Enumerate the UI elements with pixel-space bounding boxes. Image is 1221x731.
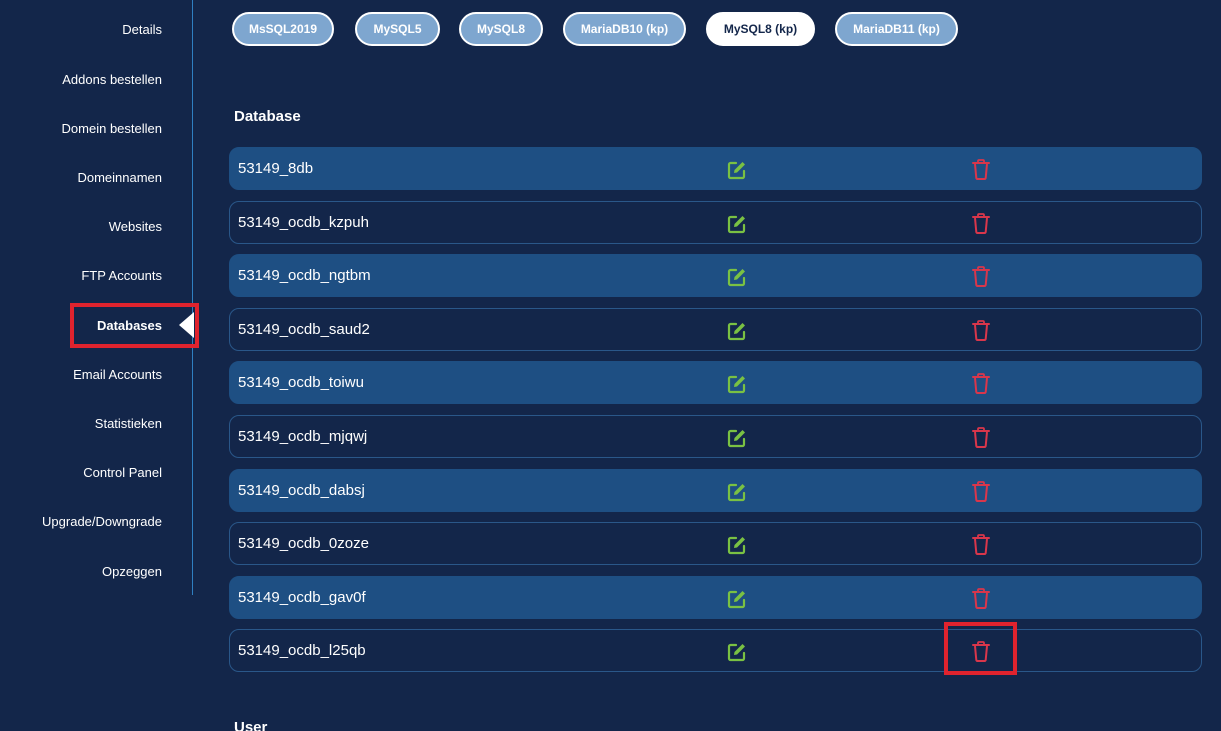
tab-mariadb10-kp[interactable]: MariaDB10 (kp) — [563, 12, 686, 46]
edit-icon[interactable] — [727, 642, 747, 662]
trash-icon[interactable] — [971, 212, 991, 235]
table-row: 53149_ocdb_mjqwj — [229, 415, 1202, 458]
sidebar-item-domein-bestellen[interactable]: Domein bestellen — [62, 121, 162, 136]
database-name: 53149_ocdb_toiwu — [238, 374, 364, 392]
database-name: 53149_ocdb_mjqwj — [238, 428, 368, 445]
trash-icon[interactable] — [971, 158, 991, 181]
database-name: 53149_ocdb_saud2 — [238, 320, 370, 338]
sidebar: Details Addons bestellen Domein bestellen D… — [0, 0, 193, 595]
active-item-arrow-icon — [179, 312, 194, 338]
sidebar-item-addons-bestellen[interactable]: Addons bestellen — [62, 72, 162, 87]
sidebar-item-control-panel[interactable]: Control Panel — [83, 465, 162, 480]
table-row: 53149_ocdb_dabsj — [229, 468, 1202, 512]
delete-highlight — [944, 622, 1017, 675]
table-row: 53149_ocdb_toiwu — [229, 361, 1202, 405]
edit-icon[interactable] — [727, 321, 747, 341]
sidebar-item-statistieken[interactable]: Statistieken — [95, 416, 162, 431]
trash-icon[interactable] — [971, 319, 991, 342]
trash-icon[interactable] — [971, 426, 991, 449]
tab-mysql8[interactable]: MySQL8 — [459, 12, 543, 46]
database-section-title: Database — [234, 108, 301, 125]
trash-icon[interactable] — [971, 587, 991, 610]
user-section-title: User — [234, 719, 268, 731]
table-row: 53149_ocdb_l25qb — [229, 629, 1202, 673]
tab-mysql5[interactable]: MySQL5 — [355, 12, 440, 46]
app: Details Addons bestellen Domein bestellen D… — [0, 0, 1221, 731]
trash-icon[interactable] — [971, 265, 991, 288]
sidebar-item-upgrade-downgrade[interactable]: Upgrade/Downgrade — [42, 514, 162, 529]
tab-mariadb11-kp[interactable]: MariaDB11 (kp) — [835, 12, 958, 46]
database-name: 53149_ocdb_dabsj — [238, 481, 365, 499]
edit-icon[interactable] — [727, 428, 747, 448]
edit-icon[interactable] — [727, 267, 747, 287]
edit-icon[interactable] — [727, 214, 747, 234]
table-row: 53149_ocdb_gav0f — [229, 575, 1202, 619]
sidebar-item-domeinnamen[interactable]: Domeinnamen — [77, 170, 162, 185]
database-name: 53149_ocdb_gav0f — [238, 588, 366, 606]
tab-mysql8-kp[interactable]: MySQL8 (kp) — [706, 12, 815, 46]
table-row: 53149_8db — [229, 147, 1202, 190]
sidebar-item-ftp-accounts[interactable]: FTP Accounts — [81, 268, 162, 283]
sidebar-item-details[interactable]: Details — [122, 22, 162, 37]
sidebar-item-email-accounts[interactable]: Email Accounts — [73, 367, 162, 382]
trash-icon[interactable] — [971, 372, 991, 395]
sidebar-item-websites[interactable]: Websites — [109, 219, 162, 234]
database-name: 53149_ocdb_ngtbm — [238, 267, 371, 285]
edit-icon[interactable] — [727, 589, 747, 609]
edit-icon[interactable] — [727, 160, 747, 180]
sidebar-item-opzeggen[interactable]: Opzeggen — [102, 564, 162, 579]
database-name: 53149_ocdb_kzpuh — [238, 213, 369, 231]
edit-icon[interactable] — [727, 374, 747, 394]
tab-mssql2019[interactable]: MsSQL2019 — [232, 12, 334, 46]
database-name: 53149_ocdb_0zoze — [238, 535, 369, 553]
database-name: 53149_ocdb_l25qb — [238, 642, 366, 660]
database-name: 53149_8db — [238, 160, 314, 177]
edit-icon[interactable] — [727, 535, 747, 555]
table-row: 53149_ocdb_0zoze — [229, 522, 1202, 566]
table-row: 53149_ocdb_ngtbm — [229, 254, 1202, 298]
table-row: 53149_ocdb_kzpuh — [229, 200, 1202, 244]
trash-icon[interactable] — [971, 480, 991, 503]
table-row: 53149_ocdb_saud2 — [229, 307, 1202, 351]
trash-icon[interactable] — [971, 533, 991, 556]
edit-icon[interactable] — [727, 482, 747, 502]
